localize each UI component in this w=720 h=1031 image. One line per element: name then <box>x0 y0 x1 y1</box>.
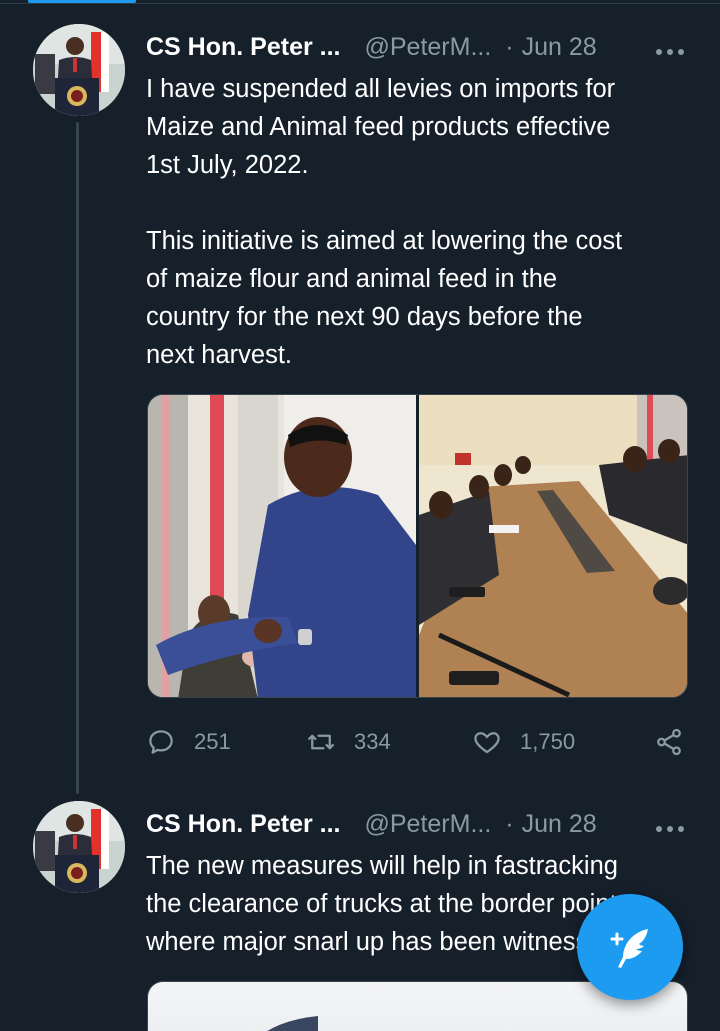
user-handle[interactable]: @PeterM... <box>364 33 491 62</box>
reply-icon <box>149 730 173 754</box>
display-name[interactable]: CS Hon. Peter ... <box>146 810 340 839</box>
separator-dot: · <box>505 809 514 838</box>
separator-dot: · <box>505 32 514 61</box>
share-button[interactable] <box>654 722 702 762</box>
share-icon <box>657 728 681 756</box>
like-button[interactable]: 1,750 <box>472 722 575 762</box>
like-count: 1,750 <box>520 729 576 754</box>
tweet-media-grid <box>147 394 688 698</box>
user-handle[interactable]: @PeterM... <box>364 810 491 839</box>
display-name[interactable]: CS Hon. Peter ... <box>146 33 340 62</box>
reply-button[interactable]: 251 <box>146 722 231 762</box>
retweet-count: 334 <box>354 729 391 754</box>
photo-meeting-room[interactable] <box>419 395 687 697</box>
compose-tweet-button[interactable] <box>577 894 683 1000</box>
thread-connector-line <box>76 122 79 794</box>
tweet-date[interactable]: Jun 28 <box>522 33 597 62</box>
tweet-header: CS Hon. Peter ... @PeterM... · Jun 28 <box>146 30 691 64</box>
compose-feather-icon <box>610 929 648 968</box>
tweet-text: I have suspended all levies on imports f… <box>146 75 623 369</box>
photo-speaker-blue-shirt[interactable] <box>148 395 416 697</box>
tweet-header: CS Hon. Peter ... @PeterM... · Jun 28 <box>146 807 691 841</box>
retweet-icon <box>308 734 334 750</box>
more-horizontal-icon[interactable] <box>655 36 685 62</box>
avatar[interactable] <box>33 801 125 893</box>
heart-icon <box>474 732 500 754</box>
more-horizontal-icon[interactable] <box>655 813 685 839</box>
tweet-actions: 251 334 1,750 <box>146 722 691 762</box>
reply-count: 251 <box>194 729 231 754</box>
retweet-button[interactable]: 334 <box>306 722 391 762</box>
top-divider <box>0 3 720 4</box>
tweet-date[interactable]: Jun 28 <box>522 810 597 839</box>
avatar[interactable] <box>33 24 125 116</box>
